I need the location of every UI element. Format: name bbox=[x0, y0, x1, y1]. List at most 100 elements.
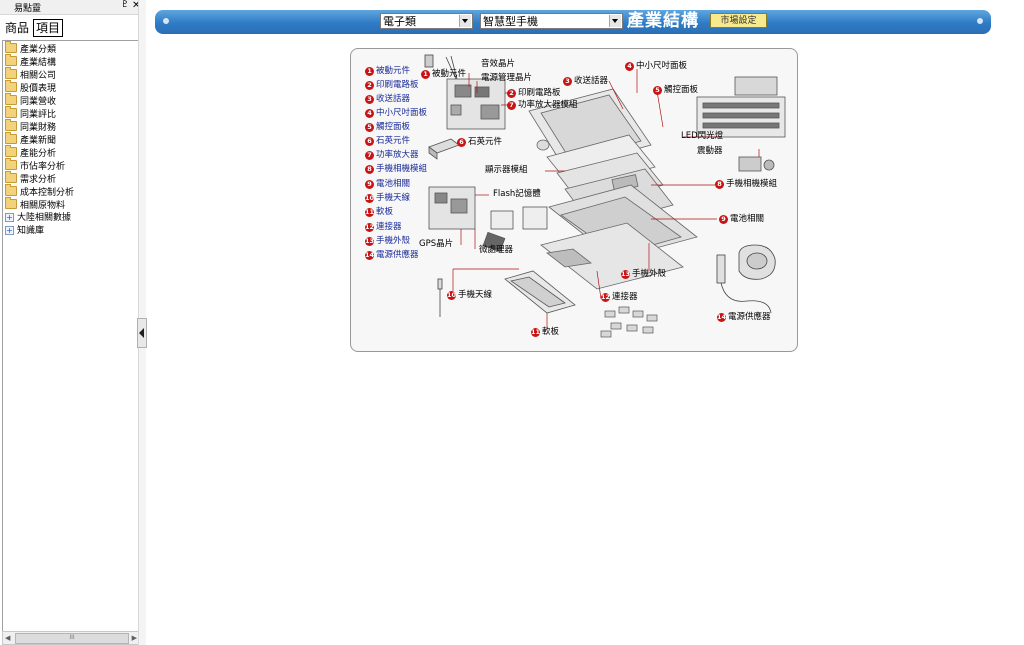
callout-receiver: 3 收送話器 bbox=[563, 76, 608, 87]
callout-pa-module: 7 功率放大器模組 bbox=[507, 100, 578, 111]
pcb-illustration bbox=[446, 78, 506, 130]
tree-item-label: 成本控制分析 bbox=[20, 188, 75, 198]
number-badge: 14 bbox=[717, 313, 727, 322]
callout-case: 13 手機外殼 bbox=[621, 269, 666, 280]
folder-icon bbox=[5, 54, 17, 66]
folder-icon bbox=[5, 171, 17, 183]
legend-item: 12 連接器 bbox=[365, 221, 402, 233]
legend-label: 手機相機模組 bbox=[376, 164, 428, 174]
industry-structure-diagram: 1 被動元件 2 印刷電路板 3 收送話器 4 中小尺吋面板 5 觸控面板 6 石英元件 7… bbox=[350, 48, 798, 352]
tree-item-capacity-analysis[interactable]: 產能分析 bbox=[5, 145, 56, 159]
callout-flex: 11 軟板 bbox=[531, 327, 559, 338]
callout-antenna: 10 手機天線 bbox=[447, 290, 492, 301]
legend-item: 7 功率放大器 bbox=[365, 149, 419, 161]
number-badge: 4 bbox=[625, 62, 634, 71]
tree-item-peer-revenue[interactable]: 同業營收 bbox=[5, 93, 56, 107]
bar-decoration bbox=[163, 18, 169, 24]
tree-item-label: 知識庫 bbox=[17, 226, 45, 236]
number-badge: 2 bbox=[507, 89, 516, 98]
expand-icon[interactable]: + bbox=[5, 213, 14, 222]
tree-item-peer-comparison[interactable]: 同業評比 bbox=[5, 106, 56, 120]
product-select[interactable]: 智慧型手機 bbox=[480, 13, 623, 29]
chevron-down-icon[interactable] bbox=[459, 15, 471, 27]
callout-pcb: 2 印刷電路板 bbox=[507, 88, 561, 99]
pin-icon[interactable]: ♇ bbox=[121, 0, 129, 10]
callout-gps: GPS晶片 bbox=[419, 239, 454, 249]
scroll-left-arrow-icon[interactable]: ◀ bbox=[5, 634, 10, 642]
tree-item-demand-analysis[interactable]: 需求分析 bbox=[5, 171, 57, 185]
callout-label: 被動元件 bbox=[432, 69, 467, 79]
tab-items[interactable]: 項目 bbox=[33, 19, 64, 37]
callout-label: 手機天線 bbox=[458, 290, 493, 300]
number-badge: 3 bbox=[563, 77, 572, 86]
number-badge: 8 bbox=[365, 165, 374, 174]
tree-item-label: 相關原物料 bbox=[20, 201, 66, 211]
callout-label: 石英元件 bbox=[468, 137, 503, 147]
category-select[interactable]: 電子類 bbox=[380, 13, 473, 29]
callout-crystal: 6 石英元件 bbox=[457, 137, 502, 148]
crystal-illustration bbox=[428, 138, 460, 160]
number-badge: 12 bbox=[365, 223, 375, 232]
panel-titlebar: 易點靈 ♇ ✕ bbox=[0, 0, 144, 15]
callout-processor: 微處理器 bbox=[479, 245, 514, 255]
legend-label: 中小尺吋面板 bbox=[376, 108, 428, 118]
tree-item-industry-category[interactable]: 產業分類 bbox=[5, 41, 57, 55]
flex-board-illustration bbox=[504, 270, 576, 314]
legend-item: 5 觸控面板 bbox=[365, 121, 410, 133]
legend-label: 功率放大器 bbox=[376, 150, 419, 160]
callout-passive: 1 被動元件 bbox=[421, 69, 466, 80]
horizontal-scrollbar[interactable]: ◀ III ▶ bbox=[2, 631, 140, 645]
category-select-value: 電子類 bbox=[383, 15, 416, 28]
legend-label: 軟板 bbox=[376, 207, 394, 217]
folder-icon bbox=[5, 158, 17, 170]
callout-touch-panel: 5 觸控面板 bbox=[653, 85, 698, 96]
folder-icon bbox=[5, 106, 17, 118]
connectors-illustration bbox=[600, 306, 658, 338]
page-title: 產業結構 bbox=[627, 11, 699, 31]
tree-item-industry-news[interactable]: 產業新聞 bbox=[5, 132, 56, 146]
tree-item-label: 產業分類 bbox=[20, 45, 57, 55]
tree-item-label: 相關公司 bbox=[20, 71, 57, 81]
legend-label: 連接器 bbox=[376, 222, 402, 232]
folder-icon bbox=[5, 80, 17, 92]
number-badge: 5 bbox=[653, 86, 662, 95]
callout-audio-chip: 音效晶片 bbox=[481, 59, 516, 69]
number-badge: 6 bbox=[365, 137, 374, 146]
tree-item-cost-control[interactable]: 成本控制分析 bbox=[5, 184, 75, 198]
tree-item-label: 市佔率分析 bbox=[20, 162, 66, 172]
expand-icon[interactable]: + bbox=[5, 226, 14, 235]
callout-label: 電池相關 bbox=[730, 214, 765, 224]
tree-item-label: 需求分析 bbox=[20, 175, 57, 185]
antenna-illustration bbox=[437, 278, 443, 317]
chevron-down-icon[interactable] bbox=[609, 15, 621, 27]
legend-item: 9 電池相關 bbox=[365, 178, 410, 190]
legend-item: 8 手機相機模組 bbox=[365, 163, 427, 175]
folder-icon bbox=[5, 93, 17, 105]
tree-item-industry-structure[interactable]: 產業結構 bbox=[5, 54, 56, 68]
scroll-right-arrow-icon[interactable]: ▶ bbox=[132, 634, 137, 642]
tab-products[interactable]: 商品 bbox=[3, 20, 31, 36]
tree-item-market-share[interactable]: 市佔率分析 bbox=[5, 158, 66, 172]
legend-item: 3 收送話器 bbox=[365, 93, 410, 105]
folder-icon bbox=[5, 119, 17, 131]
tree-item-stock-performance[interactable]: 股價表現 bbox=[5, 80, 56, 94]
tree-item-china-data[interactable]: + 大陸相關數據 bbox=[5, 212, 71, 224]
number-badge: 11 bbox=[531, 328, 541, 337]
tree-item-knowledge-base[interactable]: + 知識庫 bbox=[5, 225, 44, 237]
callout-power-chip: 電源管理晶片 bbox=[481, 73, 533, 83]
legend-item: 6 石英元件 bbox=[365, 135, 410, 147]
collapse-panel-arrow-icon[interactable] bbox=[137, 318, 147, 348]
callout-connector: 12 連接器 bbox=[601, 292, 638, 303]
callout-label: 印刷電路板 bbox=[518, 88, 561, 98]
callout-flash-memory: Flash記憶體 bbox=[493, 189, 541, 199]
number-badge: 5 bbox=[365, 123, 374, 132]
scroll-thumb[interactable]: III bbox=[15, 633, 129, 644]
folder-icon bbox=[5, 41, 17, 53]
number-badge: 10 bbox=[365, 194, 375, 203]
tree-item-related-companies[interactable]: 相關公司 bbox=[5, 67, 57, 81]
number-badge: 13 bbox=[365, 237, 375, 246]
market-settings-button[interactable]: 市場設定 bbox=[710, 13, 767, 28]
tree-item-raw-materials[interactable]: 相關原物料 bbox=[5, 197, 66, 211]
number-badge: 6 bbox=[457, 138, 466, 147]
tree-item-peer-finance[interactable]: 同業財務 bbox=[5, 119, 56, 133]
